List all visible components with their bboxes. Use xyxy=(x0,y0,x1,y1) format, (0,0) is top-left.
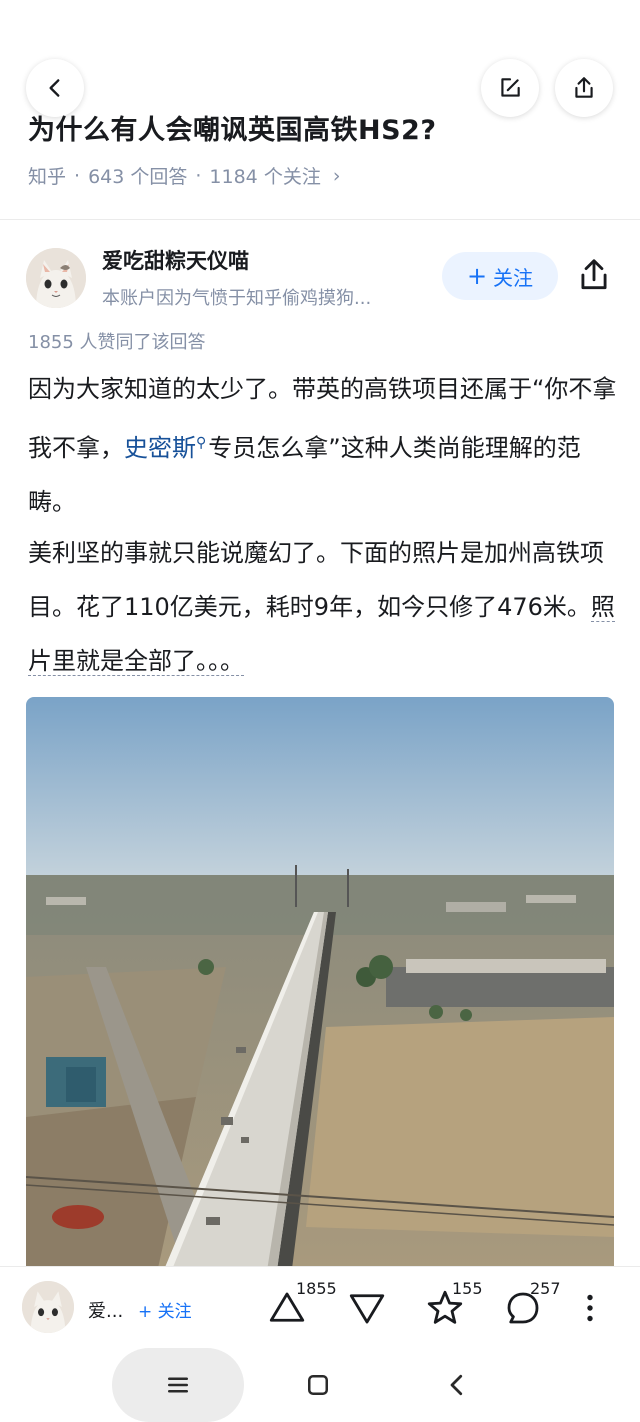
paragraph-text: 美利坚的事就只能说魔幻了。下面的照片是加州高铁项目。花了110亿美元，耗时9年，… xyxy=(28,539,604,621)
answer-paragraph-1: 因为大家知道的太少了。带英的高铁项目还属于“你不拿我不拿，史密斯⚲专员怎么拿”这… xyxy=(28,362,618,529)
divider xyxy=(0,219,640,220)
edit-button[interactable] xyxy=(481,59,539,117)
edit-icon xyxy=(501,78,520,97)
search-link[interactable]: 史密斯 xyxy=(124,434,196,462)
author-short-name[interactable]: 爱... xyxy=(88,1297,123,1323)
answer-photo[interactable] xyxy=(26,697,614,1277)
upvote-count: 1855 xyxy=(296,1279,337,1298)
system-nav-bar xyxy=(0,1348,640,1422)
home-icon[interactable] xyxy=(303,1370,333,1400)
cat-avatar-icon xyxy=(26,248,86,308)
comment-count: 257 xyxy=(530,1279,561,1298)
cat-avatar-icon xyxy=(22,1281,74,1333)
answers-count: 643 个回答 xyxy=(88,166,188,188)
share-button[interactable] xyxy=(555,59,613,117)
likes-line: 1855 人赞同了该回答 xyxy=(28,332,206,353)
share-icon xyxy=(575,77,593,98)
question-meta[interactable]: 知乎 · 643 个回答 · 1184 个关注 › xyxy=(28,162,340,189)
downvote-icon[interactable] xyxy=(346,1287,388,1329)
more-icon[interactable] xyxy=(572,1287,608,1329)
avatar[interactable] xyxy=(26,248,86,308)
back-nav-icon[interactable] xyxy=(442,1370,472,1400)
follow-label: 关注 xyxy=(493,265,534,290)
menu-button[interactable] xyxy=(112,1348,244,1422)
plus-icon: + xyxy=(466,262,488,290)
bottom-action-bar: 爱... + 关注 1855 155 257 xyxy=(0,1266,640,1348)
author-avatar-small[interactable] xyxy=(22,1281,74,1333)
search-icon: ⚲ xyxy=(196,435,207,451)
question-title[interactable]: 为什么有人会嘲讽英国高铁HS2? xyxy=(28,108,437,147)
share-answer-icon[interactable] xyxy=(575,256,613,294)
chevron-left-icon xyxy=(49,79,60,97)
followers-count: 1184 个关注 xyxy=(209,166,321,188)
menu-icon xyxy=(168,1377,188,1393)
author-name[interactable]: 爱吃甜粽天仪喵 xyxy=(102,245,249,275)
chevron-right-icon: › xyxy=(332,164,341,187)
follow-small-button[interactable]: + 关注 xyxy=(138,1297,192,1322)
viaduct-photo-image xyxy=(26,697,614,1277)
answer-paragraph-2: 美利坚的事就只能说魔幻了。下面的照片是加州高铁项目。花了110亿美元，耗时9年，… xyxy=(28,526,618,688)
separator: · xyxy=(74,164,81,187)
favorite-count: 155 xyxy=(452,1279,483,1298)
follow-button[interactable]: + 关注 xyxy=(442,252,558,300)
author-bio: 本账户因为气愤于知乎偷鸡摸狗... xyxy=(102,288,372,309)
separator: · xyxy=(195,164,202,187)
source-label: 知乎 xyxy=(28,166,67,188)
